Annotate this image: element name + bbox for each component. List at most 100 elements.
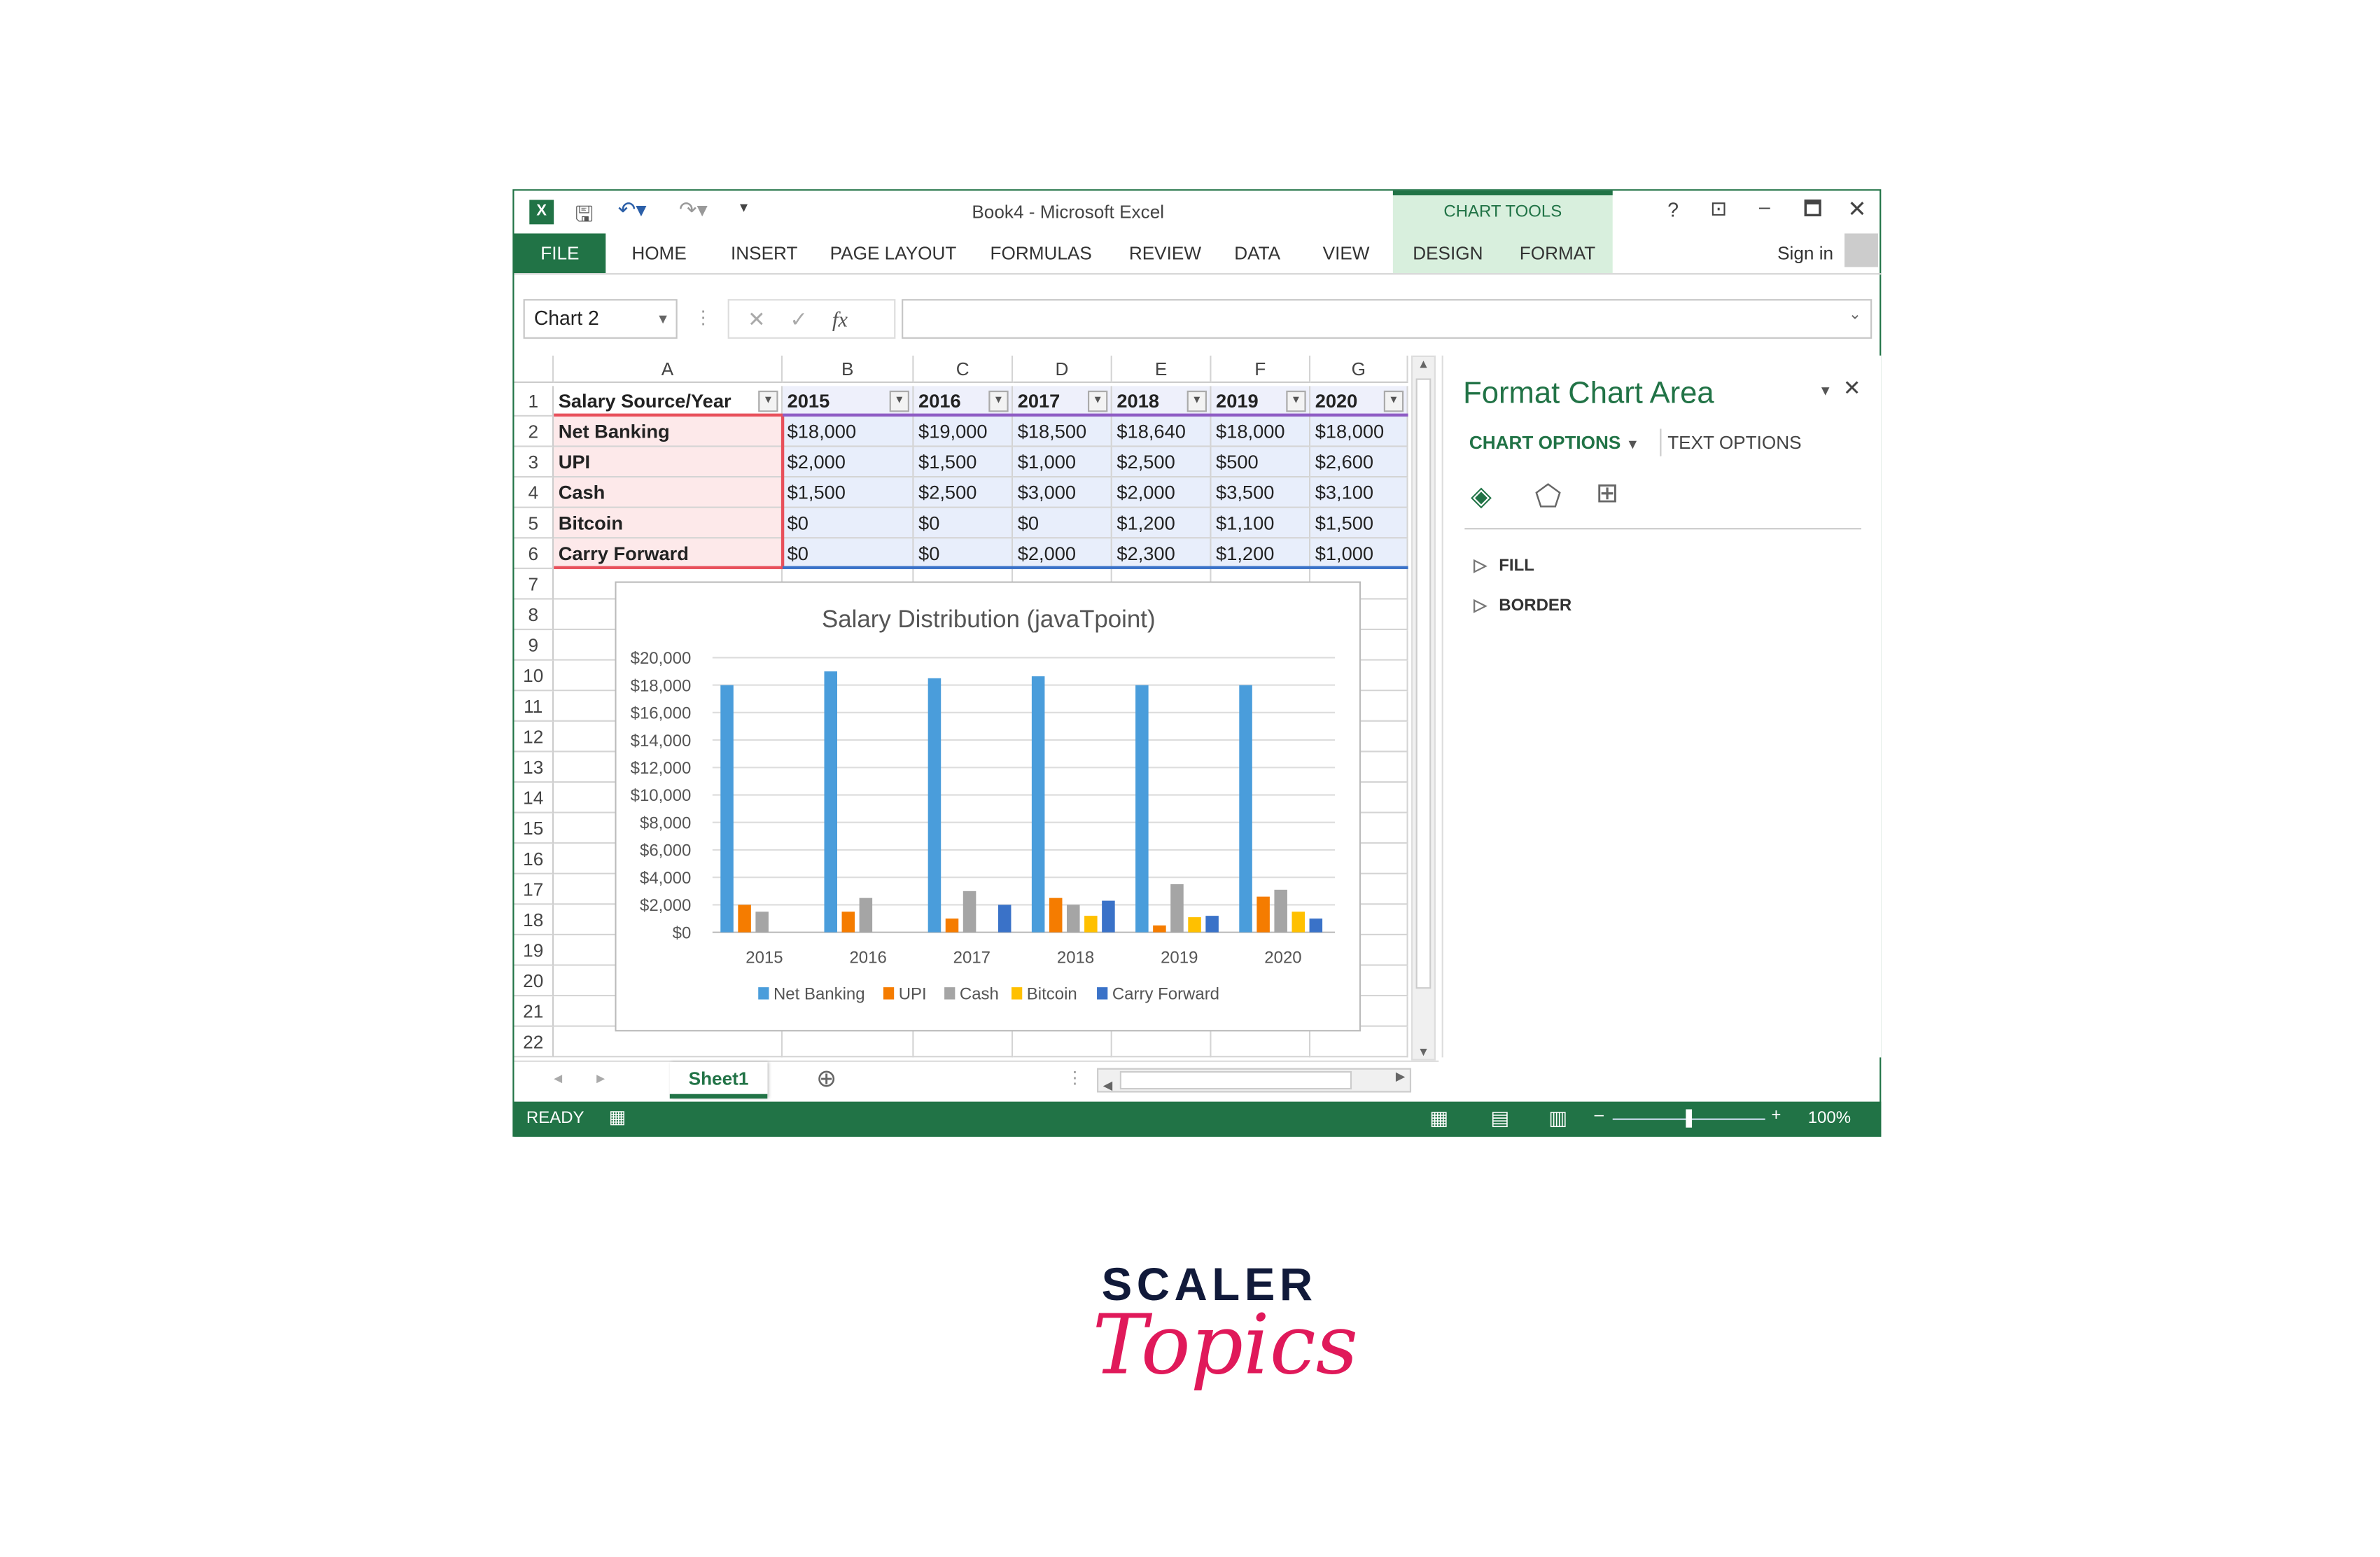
table-cell[interactable]: $3,500: [1211, 477, 1311, 508]
row-header-17[interactable]: 17: [514, 874, 554, 905]
column-header-b[interactable]: B: [783, 355, 914, 384]
prev-sheet-icon[interactable]: ◂: [554, 1068, 562, 1088]
table-header-cell[interactable]: 2015 ▼: [783, 386, 914, 417]
table-cell[interactable]: Bitcoin: [554, 508, 783, 539]
redo-icon[interactable]: ↷▾: [679, 197, 708, 223]
scroll-left-icon[interactable]: ◀: [1103, 1079, 1112, 1093]
table-cell[interactable]: $1,000: [1013, 447, 1112, 478]
row-header-1[interactable]: 1: [514, 386, 554, 417]
table-cell[interactable]: $0: [1013, 508, 1112, 539]
table-cell[interactable]: $18,640: [1112, 417, 1212, 447]
filter-dropdown-icon[interactable]: ▼: [1286, 390, 1306, 412]
table-cell[interactable]: $1,200: [1112, 508, 1212, 539]
table-cell[interactable]: $18,000: [783, 417, 914, 447]
table-header-cell[interactable]: 2020 ▼: [1310, 386, 1408, 417]
page-break-view-icon[interactable]: ▥: [1548, 1106, 1567, 1131]
column-header-c[interactable]: C: [913, 355, 1014, 384]
row-header-22[interactable]: 22: [514, 1026, 554, 1058]
table-cell[interactable]: $1,500: [783, 477, 914, 508]
table-cell[interactable]: $0: [783, 538, 914, 569]
row-header-16[interactable]: 16: [514, 844, 554, 874]
undo-icon[interactable]: ↶▾: [618, 197, 647, 223]
table-cell[interactable]: UPI: [554, 447, 783, 478]
page-layout-view-icon[interactable]: ▤: [1490, 1106, 1509, 1131]
insert-function-icon[interactable]: fx: [832, 309, 848, 333]
user-avatar-icon[interactable]: [1844, 233, 1878, 267]
vertical-scrollbar[interactable]: ▲ ▼: [1411, 355, 1436, 1061]
column-header-f[interactable]: F: [1211, 355, 1311, 384]
tab-insert[interactable]: INSERT: [731, 243, 797, 265]
row-header-2[interactable]: 2: [514, 417, 554, 447]
table-cell[interactable]: $1,200: [1211, 538, 1311, 569]
table-cell[interactable]: $18,000: [1211, 417, 1311, 447]
sheet-tab-sheet1[interactable]: Sheet1: [669, 1062, 768, 1099]
size-properties-icon[interactable]: ⊞: [1596, 477, 1619, 510]
row-header-21[interactable]: 21: [514, 996, 554, 1027]
pane-close-icon[interactable]: ✕: [1843, 375, 1861, 401]
maximize-icon[interactable]: 🗖: [1803, 195, 1822, 229]
table-cell[interactable]: $3,000: [1013, 477, 1112, 508]
enter-icon[interactable]: ✓: [790, 307, 808, 331]
table-cell[interactable]: Cash: [554, 477, 783, 508]
sign-in-link[interactable]: Sign in: [1777, 243, 1833, 265]
row-header-11[interactable]: 11: [514, 691, 554, 722]
filter-dropdown-icon[interactable]: ▼: [1186, 390, 1207, 412]
tab-file[interactable]: FILE: [514, 233, 606, 274]
row-header-20[interactable]: 20: [514, 965, 554, 997]
normal-view-icon[interactable]: ▦: [1429, 1106, 1448, 1131]
filter-dropdown-icon[interactable]: ▼: [758, 390, 778, 412]
row-header-6[interactable]: 6: [514, 538, 554, 569]
filter-dropdown-icon[interactable]: ▼: [1087, 390, 1108, 412]
zoom-in-icon[interactable]: +: [1771, 1106, 1781, 1124]
tab-design[interactable]: DESIGN: [1413, 243, 1483, 265]
table-cell[interactable]: $19,000: [913, 417, 1014, 447]
tab-review[interactable]: REVIEW: [1129, 243, 1201, 265]
zoom-out-icon[interactable]: –: [1595, 1106, 1604, 1124]
table-cell[interactable]: $18,500: [1013, 417, 1112, 447]
effects-pentagon-icon[interactable]: ⬠: [1535, 477, 1562, 515]
save-icon[interactable]: 🖫: [575, 198, 594, 235]
table-cell[interactable]: $1,500: [913, 447, 1014, 478]
table-cell[interactable]: $1,500: [1310, 508, 1408, 539]
pane-options-icon[interactable]: ▼: [1819, 383, 1832, 398]
chevron-down-icon[interactable]: ▼: [656, 300, 669, 337]
table-cell[interactable]: $2,500: [913, 477, 1014, 508]
tab-text-options[interactable]: TEXT OPTIONS: [1667, 432, 1801, 454]
column-header-d[interactable]: D: [1013, 355, 1112, 384]
row-header-15[interactable]: 15: [514, 813, 554, 844]
row-header-18[interactable]: 18: [514, 905, 554, 936]
column-header-g[interactable]: G: [1310, 355, 1408, 384]
table-cell[interactable]: $0: [783, 508, 914, 539]
table-cell[interactable]: $2,300: [1112, 538, 1212, 569]
row-header-13[interactable]: 13: [514, 752, 554, 783]
tab-format[interactable]: FORMAT: [1520, 243, 1595, 265]
embedded-chart[interactable]: Salary Distribution (javaTpoint) $0 $2,000…: [615, 581, 1362, 1033]
formula-input[interactable]: ⌄: [902, 299, 1872, 339]
fill-line-icon[interactable]: ◈: [1471, 481, 1492, 513]
table-cell[interactable]: $0: [913, 508, 1014, 539]
filter-dropdown-icon[interactable]: ▼: [1383, 390, 1404, 412]
row-header-4[interactable]: 4: [514, 477, 554, 508]
table-header-cell[interactable]: Salary Source/Year ▼: [554, 386, 783, 417]
tab-home[interactable]: HOME: [631, 243, 686, 265]
table-header-cell[interactable]: 2019 ▼: [1211, 386, 1311, 417]
table-cell[interactable]: $18,000: [1310, 417, 1408, 447]
customize-toolbar-icon[interactable]: ▾: [740, 200, 748, 217]
row-header-12[interactable]: 12: [514, 721, 554, 753]
horizontal-scrollbar[interactable]: ◀ ▶: [1097, 1068, 1412, 1093]
row-header-9[interactable]: 9: [514, 630, 554, 661]
table-header-cell[interactable]: 2017 ▼: [1013, 386, 1112, 417]
table-cell[interactable]: $2,000: [783, 447, 914, 478]
scroll-up-icon[interactable]: ▲: [1413, 357, 1434, 371]
h-scroll-thumb[interactable]: [1119, 1071, 1352, 1090]
section-fill[interactable]: ▷ FILL: [1474, 555, 1534, 575]
table-cell[interactable]: $500: [1211, 447, 1311, 478]
scroll-thumb[interactable]: [1415, 378, 1432, 989]
cancel-icon[interactable]: ✕: [748, 307, 766, 331]
section-border[interactable]: ▷ BORDER: [1474, 595, 1572, 615]
column-header-a[interactable]: A: [554, 355, 783, 384]
table-cell[interactable]: $2,000: [1013, 538, 1112, 569]
tab-page-layout[interactable]: PAGE LAYOUT: [830, 243, 957, 265]
expand-formula-icon[interactable]: ⌄: [1849, 307, 1861, 323]
close-icon[interactable]: ✕: [1847, 195, 1866, 223]
